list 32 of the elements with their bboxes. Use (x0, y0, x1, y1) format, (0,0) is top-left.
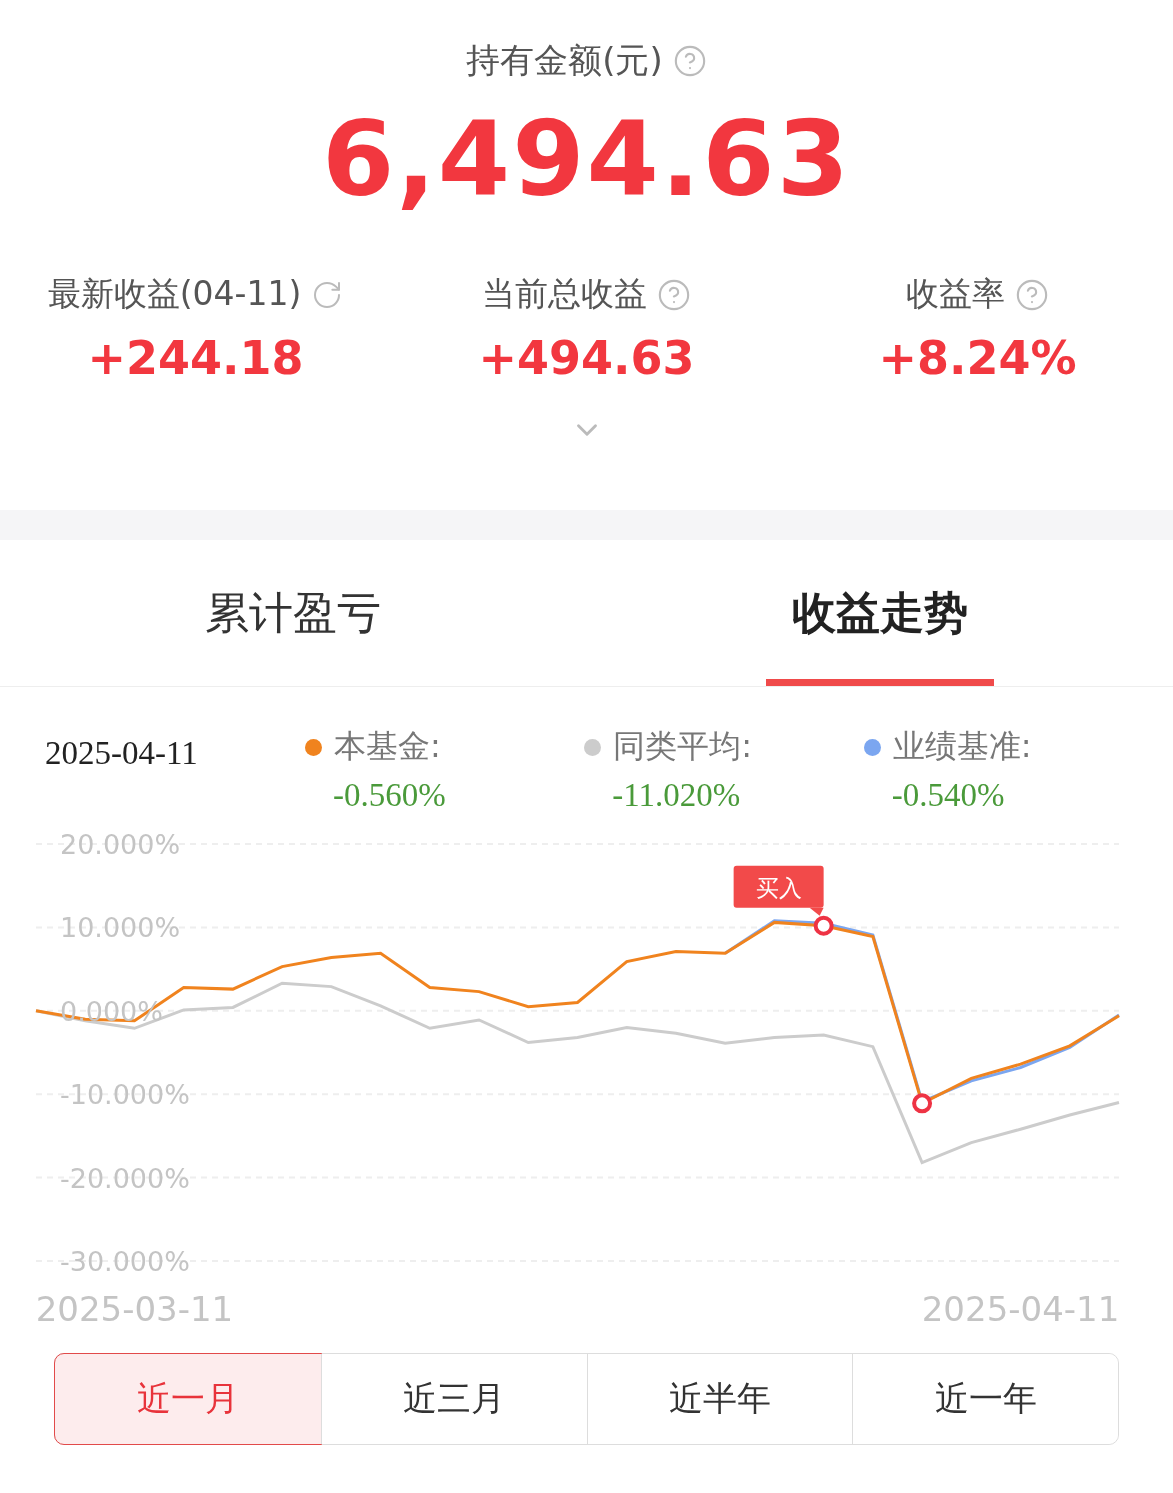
stat-value: +8.24% (878, 331, 1077, 385)
date-label: 2025-04-11 (45, 735, 199, 773)
axis-label: 10.000% (60, 912, 181, 944)
legend-label: 同类平均: (613, 726, 753, 767)
axis-label: -10.000% (60, 1079, 190, 1111)
stat-label: 最新收益(04-11) (47, 273, 302, 315)
help-icon[interactable] (657, 277, 691, 312)
axis-label: -30.000% (60, 1246, 190, 1277)
point-marker (813, 915, 834, 936)
legend-value: -0.540% (890, 777, 1006, 814)
point-marker (912, 1093, 933, 1114)
axis-label: -20.000% (60, 1162, 190, 1194)
tab[interactable]: 累计盈亏 (0, 540, 587, 686)
stat-value: +494.63 (478, 331, 695, 385)
legend-value: -0.560% (332, 777, 447, 814)
period-button[interactable]: 近一年 (852, 1354, 1118, 1444)
stat-label: 收益率 (906, 273, 1005, 315)
holding-amount: 6,494.63 (321, 98, 852, 220)
axis-label: 2025-03-11 (35, 1289, 234, 1329)
axis-label: 20.000% (60, 829, 181, 860)
stat-value: +244.18 (87, 331, 304, 385)
help-icon[interactable] (1015, 277, 1049, 312)
holding-title: 持有金额(元) (466, 39, 663, 82)
annotation: 买入 (755, 874, 802, 901)
legend-value: -11.020% (611, 777, 742, 814)
help-icon[interactable] (672, 44, 707, 78)
legend-label: 业绩基准: (892, 726, 1032, 767)
legend-label: 本基金: (334, 726, 441, 767)
tab[interactable]: 收益走势 (586, 540, 1173, 686)
axis-label: 2025-04-11 (921, 1289, 1120, 1329)
period-button[interactable]: 近一月 (54, 1353, 322, 1445)
stat-label: 当前总收益 (482, 273, 647, 315)
